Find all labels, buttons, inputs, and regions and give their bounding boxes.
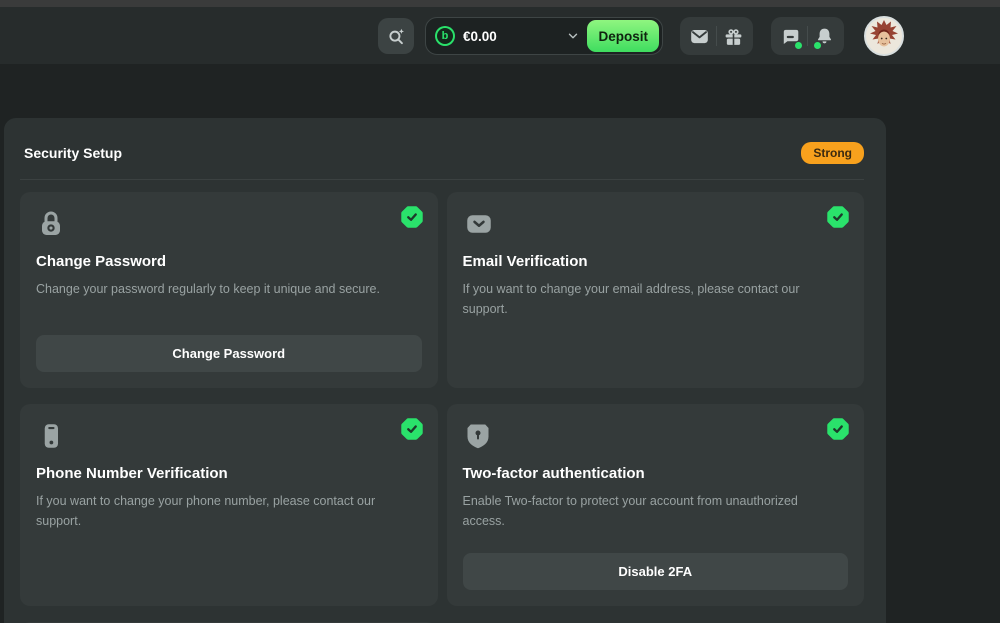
chat-button[interactable] xyxy=(776,21,805,51)
mail-button[interactable] xyxy=(685,21,714,51)
deposit-button[interactable]: Deposit xyxy=(587,20,659,52)
two-factor-card: Two-factor authentication Enable Two-fac… xyxy=(447,404,865,606)
page-title: Security Setup xyxy=(24,145,122,161)
chevron-down-icon xyxy=(566,29,580,43)
search-icon xyxy=(386,26,407,47)
mail-icon xyxy=(689,26,710,47)
card-title: Email Verification xyxy=(463,253,588,270)
verified-check-badge xyxy=(401,418,423,440)
coin-icon: b xyxy=(435,26,455,46)
security-setup-panel: Security Setup Strong Change Password Ch… xyxy=(4,118,886,623)
disable-2fa-button[interactable]: Disable 2FA xyxy=(463,553,849,590)
chat-unread-dot xyxy=(795,42,802,49)
card-title: Phone Number Verification xyxy=(36,465,228,482)
topbar-controls: b €0.00 Deposit xyxy=(378,16,904,56)
top-navigation-bar: b €0.00 Deposit xyxy=(0,7,1000,64)
divider xyxy=(807,26,808,46)
gift-button[interactable] xyxy=(719,21,748,51)
phone-icon xyxy=(36,420,66,452)
envelope-icon xyxy=(463,208,495,240)
messages-rewards-group xyxy=(680,17,753,55)
panel-header: Security Setup Strong xyxy=(20,142,864,164)
gift-icon xyxy=(723,26,744,47)
divider xyxy=(716,26,717,46)
change-password-button[interactable]: Change Password xyxy=(36,335,422,372)
verified-check-badge xyxy=(827,418,849,440)
security-cards-grid: Change Password Change your password reg… xyxy=(20,192,864,606)
balance-amount: €0.00 xyxy=(463,29,497,44)
email-verification-card: Email Verification If you want to change… xyxy=(447,192,865,388)
phone-verification-card: Phone Number Verification If you want to… xyxy=(20,404,438,606)
verified-check-badge xyxy=(827,206,849,228)
lock-icon xyxy=(36,208,66,240)
card-description: Change your password regularly to keep i… xyxy=(36,280,380,299)
verified-check-badge xyxy=(401,206,423,228)
top-edge-strip xyxy=(0,0,1000,7)
balance-currency-dropdown[interactable]: b €0.00 Deposit xyxy=(425,17,663,55)
divider xyxy=(20,179,864,180)
card-description: If you want to change your phone number,… xyxy=(36,492,408,531)
chat-notifications-group xyxy=(771,17,844,55)
security-strength-badge: Strong xyxy=(801,142,864,164)
card-title: Two-factor authentication xyxy=(463,465,645,482)
search-button[interactable] xyxy=(378,18,414,54)
notifications-button[interactable] xyxy=(810,21,839,51)
shield-icon xyxy=(463,420,493,452)
avatar[interactable] xyxy=(864,16,904,56)
card-title: Change Password xyxy=(36,253,166,270)
card-description: If you want to change your email address… xyxy=(463,280,835,319)
change-password-card: Change Password Change your password reg… xyxy=(20,192,438,388)
card-description: Enable Two-factor to protect your accoun… xyxy=(463,492,835,531)
notifications-dot xyxy=(814,42,821,49)
